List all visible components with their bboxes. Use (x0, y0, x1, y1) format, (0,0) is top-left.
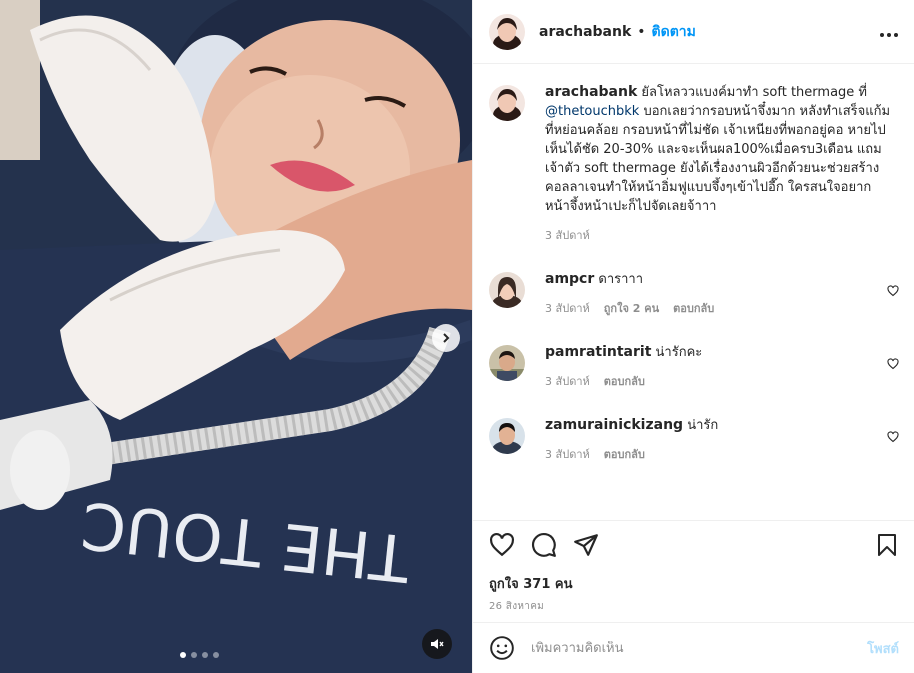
avatar[interactable] (489, 85, 525, 121)
author-username[interactable]: arachabank (539, 24, 631, 40)
comment-username[interactable]: ampcr (545, 271, 594, 287)
comment-username[interactable]: zamurainickizang (545, 417, 683, 433)
mute-icon (431, 639, 444, 649)
comment-body: น่ารัก (683, 418, 719, 433)
carousel-indicator (180, 652, 219, 658)
caption: arachabank ยัลโหลววแบงค์มาทำ soft therma… (489, 83, 899, 244)
avatar[interactable] (489, 13, 525, 50)
timestamp[interactable]: 3 สัปดาห์ (545, 226, 590, 244)
more-icon (880, 33, 898, 37)
bookmark-icon (878, 534, 896, 556)
caption-mention[interactable]: @thetouchbkk (545, 104, 639, 119)
like-comment-button[interactable] (887, 428, 899, 447)
add-comment-bar: โพสต์ (473, 622, 914, 673)
heart-icon (490, 532, 514, 557)
comment-likes[interactable]: ถูกใจ 2 คน (604, 299, 659, 317)
like-comment-button[interactable] (887, 282, 899, 301)
reply-button[interactable]: ตอบกลับ (673, 299, 714, 317)
post-header: arachabank • ติดตาม (473, 0, 914, 64)
comment-item: ampcr ดาราาา 3 สัปดาห์ ถูกใจ 2 คน ตอบกลั… (489, 270, 899, 317)
comment-item: zamurainickizang น่ารัก 3 สัปดาห์ ตอบกลั… (489, 416, 899, 463)
avatar[interactable] (489, 418, 525, 454)
carousel-dot (191, 652, 197, 658)
comment-icon (532, 533, 556, 557)
comment-input[interactable] (531, 640, 868, 656)
carousel-dot (202, 652, 208, 658)
comment-username[interactable]: pamratintarit (545, 344, 651, 360)
save-button[interactable] (875, 532, 899, 558)
timestamp[interactable]: 3 สัปดาห์ (545, 299, 590, 317)
reply-button[interactable]: ตอบกลับ (604, 372, 645, 390)
comment-body: ดาราาา (594, 272, 644, 287)
comment-button[interactable] (531, 532, 557, 558)
heart-icon (887, 285, 899, 297)
post-date[interactable]: 26 สิงหาคม (489, 599, 899, 614)
share-icon (574, 534, 598, 556)
action-bar (489, 523, 899, 567)
separator: • (637, 23, 646, 40)
comment-meta: 3 สัปดาห์ ตอบกลับ (545, 445, 885, 463)
reply-button[interactable]: ตอบกลับ (604, 445, 645, 463)
chevron-right-icon (443, 333, 450, 343)
post-media[interactable]: THE TOUC (0, 0, 472, 673)
caption-body: ยัลโหลววแบงค์มาทำ soft thermage ที่ (637, 85, 867, 100)
post-comment-button[interactable]: โพสต์ (867, 638, 899, 659)
post-sidebar: arachabank • ติดตาม arachabank ยัลโหลววแ… (472, 0, 914, 673)
follow-button[interactable]: ติดตาม (652, 21, 696, 43)
avatar[interactable] (489, 345, 525, 381)
caption-username[interactable]: arachabank (545, 84, 637, 100)
comment-text: zamurainickizang น่ารัก (545, 416, 885, 435)
media-image: THE TOUC (0, 0, 472, 673)
comments-list[interactable]: arachabank ยัลโหลววแบงค์มาทำ soft therma… (473, 65, 914, 520)
heart-icon (887, 358, 899, 370)
comment-item: pamratintarit น่ารักคะ 3 สัปดาห์ ตอบกลับ (489, 343, 899, 390)
carousel-next-button[interactable] (432, 324, 460, 352)
timestamp[interactable]: 3 สัปดาห์ (545, 445, 590, 463)
comment-meta: 3 สัปดาห์ ถูกใจ 2 คน ตอบกลับ (545, 299, 885, 317)
carousel-dot (180, 652, 186, 658)
comment-body: น่ารักคะ (651, 345, 703, 360)
post-actions: ถูกใจ 371 คน 26 สิงหาคม (473, 520, 914, 614)
timestamp[interactable]: 3 สัปดาห์ (545, 372, 590, 390)
mute-button[interactable] (422, 629, 452, 659)
heart-icon (887, 431, 899, 443)
share-button[interactable] (573, 532, 599, 558)
caption-meta: 3 สัปดาห์ (545, 226, 893, 244)
emoji-icon (490, 636, 514, 660)
comment-meta: 3 สัปดาห์ ตอบกลับ (545, 372, 885, 390)
more-options-button[interactable] (880, 22, 898, 41)
comment-text: ampcr ดาราาา (545, 270, 885, 289)
likes-count[interactable]: ถูกใจ 371 คน (489, 573, 899, 594)
caption-text: arachabank ยัลโหลววแบงค์มาทำ soft therma… (545, 83, 893, 216)
comment-text: pamratintarit น่ารักคะ (545, 343, 885, 362)
caption-body-rest: บอกเลยว่ากรอบหน้าจึ๋งมาก หลังทำเสร็จแก้ม… (545, 104, 891, 214)
emoji-button[interactable] (489, 635, 515, 661)
carousel-dot (213, 652, 219, 658)
like-button[interactable] (489, 532, 515, 558)
avatar[interactable] (489, 272, 525, 308)
like-comment-button[interactable] (887, 355, 899, 374)
